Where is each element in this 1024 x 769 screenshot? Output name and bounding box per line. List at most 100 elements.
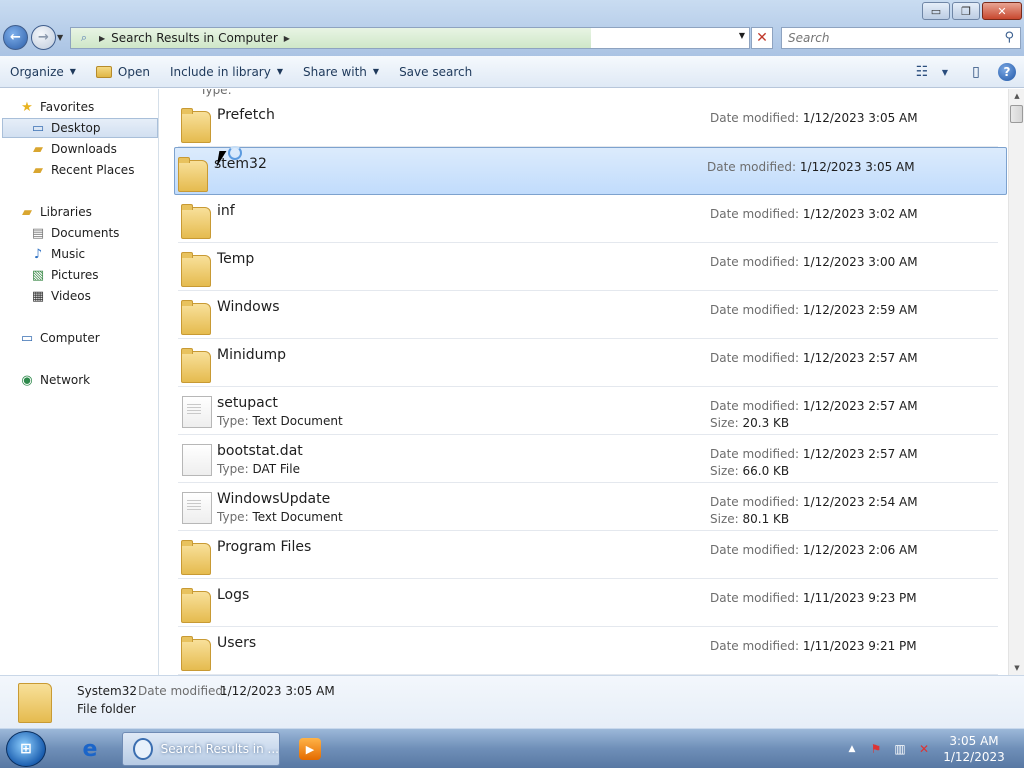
breadcrumb-search-results[interactable]: Search Results in Computer <box>111 31 278 45</box>
date-label: Date modified: <box>710 495 800 509</box>
save-search-label: Save search <box>399 64 473 79</box>
nav-pictures[interactable]: ▧ Pictures <box>29 265 99 285</box>
explorer-taskbar-button[interactable]: Search Results in ... <box>122 732 280 766</box>
date-label: Date modified: <box>710 303 800 317</box>
date-value: 1/12/2023 2:57 AM <box>802 447 918 461</box>
command-bar: Organize ▼ Open Include in library ▼ Share… <box>0 56 1024 88</box>
system-tray: ▲ ⚑ ▥ ✕ 3:05 AM 1/12/2023 <box>840 729 1024 769</box>
nav-favorites[interactable]: ★ Favorites <box>18 97 94 117</box>
result-row[interactable]: setupact Type: Text Document Date modified… <box>178 387 998 435</box>
recent-pages-dropdown[interactable]: ▼ <box>57 33 63 42</box>
maximize-button[interactable]: ❐ <box>952 2 980 20</box>
item-name: setupact <box>217 395 278 411</box>
scroll-up-arrow-icon[interactable]: ▲ <box>1009 89 1024 103</box>
partial-row-type-label: Type: <box>200 89 232 97</box>
result-row[interactable]: Users Date modified: 1/11/2023 9:21 PM <box>178 627 998 675</box>
share-with-button[interactable]: Share with ▼ <box>293 59 389 85</box>
nav-label: Computer <box>40 331 100 345</box>
nav-label: Desktop <box>51 121 101 135</box>
organize-label: Organize <box>10 64 64 79</box>
nav-desktop[interactable]: ▭ Desktop <box>2 118 158 138</box>
network-status-icon[interactable]: ▥ <box>888 739 912 759</box>
result-row[interactable]: Logs Date modified: 1/11/2023 9:23 PM <box>178 579 998 627</box>
preview-pane-icon[interactable]: ▯ <box>962 60 990 84</box>
search-box[interactable]: ⚲ <box>781 27 1021 49</box>
date-value: 1/11/2023 9:21 PM <box>802 639 917 653</box>
item-name: WindowsUpdate <box>217 491 331 507</box>
view-options-dropdown[interactable]: ▼ <box>936 60 954 84</box>
item-date: Date modified: 1/12/2023 3:05 AM <box>710 111 918 125</box>
breadcrumb-chevron-icon[interactable]: ▶ <box>99 34 105 43</box>
type-label: Type: <box>217 414 249 428</box>
size-value: 20.3 KB <box>742 416 790 430</box>
close-button[interactable]: ✕ <box>982 2 1022 20</box>
details-date: 1/12/2023 3:05 AM <box>220 684 335 698</box>
share-with-label: Share with <box>303 64 367 79</box>
address-bar[interactable]: ⌕ ▶ Search Results in Computer ▶ ▼ <box>70 27 750 49</box>
nav-recent-places[interactable]: ▰ Recent Places <box>29 160 134 180</box>
date-label: Date modified: <box>710 543 800 557</box>
folder-icon <box>181 108 211 143</box>
scroll-thumb[interactable] <box>1010 105 1023 123</box>
back-button[interactable]: ← <box>3 25 28 50</box>
result-row[interactable]: Windows Date modified: 1/12/2023 2:59 AM <box>178 291 998 339</box>
result-row[interactable]: Minidump Date modified: 1/12/2023 2:57 AM <box>178 339 998 387</box>
item-name: Windows <box>217 299 280 315</box>
nav-downloads[interactable]: ▰ Downloads <box>29 139 117 159</box>
type-label: Type: <box>217 510 249 524</box>
include-in-library-button[interactable]: Include in library ▼ <box>160 59 293 85</box>
item-size: Size: 80.1 KB <box>710 512 789 526</box>
search-results-icon <box>133 738 153 760</box>
vertical-scrollbar[interactable]: ▲ ▼ <box>1008 89 1024 675</box>
item-name: Logs <box>217 587 250 603</box>
nav-label: Libraries <box>40 205 92 219</box>
stop-search-button[interactable]: ✕ <box>751 27 773 49</box>
date-value: 1/12/2023 3:00 AM <box>802 255 918 269</box>
size-value: 80.1 KB <box>742 512 790 526</box>
taskbar: ⊞ e Search Results in ... ▶ ▲ ⚑ ▥ ✕ 3:05… <box>0 728 1024 768</box>
date-label: Date modified: <box>710 447 800 461</box>
start-button[interactable]: ⊞ <box>6 731 46 767</box>
search-input[interactable] <box>788 31 988 45</box>
address-dropdown-icon[interactable]: ▼ <box>739 31 745 40</box>
open-button[interactable]: Open <box>86 59 160 85</box>
date-label: Date modified: <box>710 399 800 413</box>
result-row[interactable]: Prefetch Date modified: 1/12/2023 3:05 AM <box>178 99 998 147</box>
clock[interactable]: 3:05 AM 1/12/2023 <box>936 733 1012 765</box>
scroll-down-arrow-icon[interactable]: ▼ <box>1009 661 1024 675</box>
result-row[interactable]: inf Date modified: 1/12/2023 3:02 AM <box>178 195 998 243</box>
result-row[interactable]: WindowsUpdate Type: Text Document Date mod… <box>178 483 998 531</box>
volume-muted-icon[interactable]: ✕ <box>912 739 936 759</box>
nav-music[interactable]: ♪ Music <box>29 244 85 264</box>
nav-network[interactable]: ◉ Network <box>18 370 90 390</box>
forward-button[interactable]: → <box>31 25 56 50</box>
organize-button[interactable]: Organize ▼ <box>0 59 86 85</box>
nav-videos[interactable]: ▦ Videos <box>29 286 91 306</box>
search-icon[interactable]: ⚲ <box>1004 30 1014 45</box>
search-results-icon: ⌕ <box>80 31 88 44</box>
media-player-taskbar-button[interactable]: ▶ <box>288 732 332 766</box>
result-row[interactable]: Temp Date modified: 1/12/2023 3:00 AM <box>178 243 998 291</box>
internet-explorer-taskbar-button[interactable]: e <box>68 732 112 766</box>
star-icon: ★ <box>21 99 33 115</box>
help-icon[interactable]: ? <box>998 63 1016 81</box>
nav-label: Pictures <box>51 268 99 282</box>
item-date: Date modified: 1/11/2023 9:21 PM <box>710 639 917 653</box>
save-search-button[interactable]: Save search <box>389 59 482 85</box>
result-row[interactable]: bootstat.dat Type: DAT File Date modified:… <box>178 435 998 483</box>
action-center-flag-icon[interactable]: ⚑ <box>864 739 888 759</box>
breadcrumb-chevron-icon[interactable]: ▶ <box>284 34 290 43</box>
result-row[interactable]: Program Files Date modified: 1/12/2023 2:… <box>178 531 998 579</box>
show-hidden-icons-icon[interactable]: ▲ <box>840 739 864 759</box>
type-value: Text Document <box>252 414 343 428</box>
type-value: Text Document <box>252 510 343 524</box>
item-name: Temp <box>217 251 255 267</box>
nav-documents[interactable]: ▤ Documents <box>29 223 120 243</box>
selected-folder-icon <box>18 683 52 723</box>
nav-computer[interactable]: ▭ Computer <box>18 328 100 348</box>
nav-libraries[interactable]: ▰ Libraries <box>18 202 92 222</box>
navigation-pane: ★ Favorites ▭ Desktop ▰ Downloads ▰ Recent P… <box>0 89 159 675</box>
minimize-button[interactable]: ▭ <box>922 2 950 20</box>
result-row[interactable]: stem32 Date modified: 1/12/2023 3:05 AM <box>174 147 1007 195</box>
change-view-icon[interactable]: ☷ <box>908 60 936 84</box>
